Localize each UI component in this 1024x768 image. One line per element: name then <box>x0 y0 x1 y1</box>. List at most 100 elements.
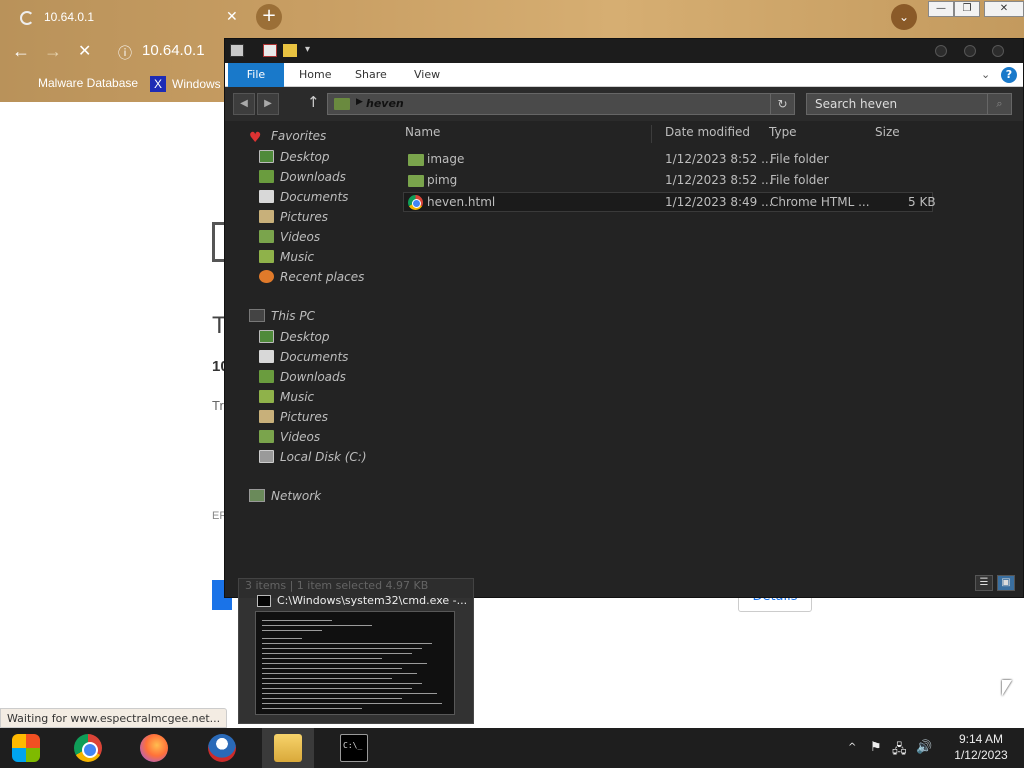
column-header-name[interactable]: Name <box>405 125 440 139</box>
nav-network[interactable]: Network <box>249 489 321 503</box>
details-view-icon[interactable]: ☰ <box>975 575 993 591</box>
file-row-heven-html[interactable]: heven.html 1/12/2023 8:49 ... Chrome HTM… <box>403 192 936 212</box>
address-path[interactable]: heven <box>366 97 404 110</box>
downloads-icon <box>259 370 274 383</box>
back-arrow-icon[interactable]: ← <box>12 41 30 62</box>
tab-file[interactable]: File <box>228 63 284 87</box>
tab-home[interactable]: Home <box>285 63 345 87</box>
address-bar-url[interactable]: 10.64.0.1 <box>142 42 205 59</box>
properties-icon[interactable] <box>263 44 277 57</box>
network-icon[interactable]: 🖧 <box>892 740 907 762</box>
windows-logo-icon <box>12 734 40 762</box>
taskbar-firefox[interactable] <box>128 728 180 768</box>
nav-fav-downloads[interactable]: Downloads <box>259 170 346 188</box>
forward-arrow-icon[interactable]: → <box>44 41 62 62</box>
column-divider[interactable] <box>651 125 652 143</box>
desktop-icon <box>259 150 274 163</box>
up-arrow-icon[interactable]: ↑ <box>307 93 320 111</box>
taskbar-app[interactable] <box>196 728 248 768</box>
search-box[interactable]: ⌕ <box>806 93 1012 115</box>
column-header-date-modified[interactable]: Date modified <box>665 125 750 139</box>
explorer-minimize-button[interactable] <box>935 45 947 57</box>
close-button[interactable]: ✕ <box>984 1 1024 17</box>
clock-time: 9:14 AM <box>958 732 1004 746</box>
file-row-pimg[interactable]: pimg 1/12/2023 8:52 ... File folder <box>403 171 933 191</box>
show-hidden-icons-chevron-icon[interactable]: ^ <box>848 742 856 753</box>
explorer-maximize-button[interactable] <box>964 45 976 57</box>
nav-pc-downloads[interactable]: Downloads <box>259 370 346 388</box>
site-info-icon[interactable]: ⓘ <box>118 43 132 63</box>
nav-fav-pictures[interactable]: Pictures <box>259 210 328 228</box>
nav-item-label: Pictures <box>280 410 329 424</box>
large-icons-view-icon[interactable]: ▣ <box>997 575 1015 591</box>
pictures-icon <box>259 410 274 423</box>
browser-status-bar: Waiting for www.espectralmcgee.net... <box>0 708 228 728</box>
nav-item-label: Downloads <box>280 370 346 384</box>
new-tab-button[interactable]: + <box>256 4 282 30</box>
cmd-preview-title-text: C:\Windows\system32\cmd.exe -... <box>277 594 468 607</box>
start-button[interactable] <box>0 728 52 768</box>
volume-icon[interactable]: 🔊 <box>916 740 932 755</box>
file-name: image <box>427 152 465 166</box>
tab-close-icon[interactable]: ✕ <box>226 8 238 25</box>
breadcrumb-chevron-icon[interactable]: ▶ <box>356 97 363 107</box>
taskbar-chrome[interactable] <box>62 728 114 768</box>
column-header-size[interactable]: Size <box>875 125 900 139</box>
browser-window-controls: — ❐ ✕ <box>928 0 1024 18</box>
address-bar[interactable]: ▶ heven ↻ <box>327 93 795 115</box>
clock[interactable]: 9:14 AM 1/12/2023 <box>946 731 1016 763</box>
nav-pc-local-disk[interactable]: Local Disk (C:) <box>259 450 367 468</box>
tab-title: 10.64.0.1 <box>44 10 95 24</box>
tab-share[interactable]: Share <box>341 63 401 87</box>
nav-item-label: Desktop <box>280 330 330 344</box>
new-folder-icon[interactable] <box>283 44 297 57</box>
file-row-image[interactable]: image 1/12/2023 8:52 ... File folder <box>403 150 933 170</box>
explorer-close-button[interactable] <box>992 45 1004 57</box>
x-logo-icon: X <box>150 76 166 92</box>
nav-this-pc[interactable]: This PC <box>249 309 315 323</box>
taskbar-file-explorer[interactable] <box>262 728 314 768</box>
customize-chevron-icon[interactable]: ▾ <box>305 44 319 57</box>
file-list-pane: Name Date modified Type Size image 1/12/… <box>401 121 1024 561</box>
nav-fav-desktop[interactable]: Desktop <box>259 150 330 168</box>
expand-ribbon-chevron-icon[interactable]: ⌄ <box>981 68 990 81</box>
explorer-back-button[interactable]: ◀ <box>233 93 255 115</box>
nav-fav-documents[interactable]: Documents <box>259 190 348 208</box>
cmd-preview-title: C:\Windows\system32\cmd.exe -... <box>257 594 467 607</box>
tab-search-button[interactable]: ⌄ <box>891 4 917 30</box>
nav-fav-music[interactable]: Music <box>259 250 314 268</box>
folder-icon <box>408 154 424 166</box>
loading-spinner-icon <box>20 11 34 25</box>
nav-item-label: Recent places <box>280 270 365 284</box>
minimize-button[interactable]: — <box>928 1 954 17</box>
help-icon[interactable]: ? <box>1001 67 1017 83</box>
nav-pc-music[interactable]: Music <box>259 390 314 408</box>
search-icon[interactable]: ⌕ <box>987 94 1011 114</box>
explorer-forward-button[interactable]: ▶ <box>257 93 279 115</box>
refresh-icon[interactable]: ↻ <box>770 94 794 114</box>
action-center-flag-icon[interactable]: ⚑ <box>870 740 882 755</box>
nav-pc-documents[interactable]: Documents <box>259 350 348 368</box>
nav-fav-videos[interactable]: Videos <box>259 230 320 248</box>
pictures-icon <box>259 210 274 223</box>
chrome-icon <box>408 195 423 210</box>
taskbar-cmd[interactable] <box>328 728 380 768</box>
tab-view[interactable]: View <box>400 63 454 87</box>
search-input[interactable] <box>807 94 983 114</box>
nav-favorites[interactable]: ♥ Favorites <box>249 129 326 146</box>
nav-item-label: Local Disk (C:) <box>280 450 367 464</box>
bookmark-windows[interactable]: X Windows : <box>150 76 227 92</box>
nav-pc-desktop[interactable]: Desktop <box>259 330 330 348</box>
stop-loading-icon[interactable]: ✕ <box>78 41 91 61</box>
bookmark-malware-database[interactable]: Malware Database <box>38 76 138 90</box>
column-header-type[interactable]: Type <box>769 125 797 139</box>
ribbon: File Home Share View ⌄ ? <box>225 63 1023 87</box>
nav-pc-videos[interactable]: Videos <box>259 430 320 448</box>
file-explorer-icon <box>274 734 302 762</box>
firefox-icon <box>140 734 168 762</box>
cmd-taskbar-preview[interactable]: 3 items | 1 item selected 4.97 KB C:\Win… <box>238 578 474 724</box>
maximize-button[interactable]: ❐ <box>954 1 980 17</box>
browser-tab[interactable]: 10.64.0.1 ✕ <box>8 4 246 32</box>
nav-pc-pictures[interactable]: Pictures <box>259 410 328 428</box>
nav-fav-recent-places[interactable]: Recent places <box>259 270 364 288</box>
